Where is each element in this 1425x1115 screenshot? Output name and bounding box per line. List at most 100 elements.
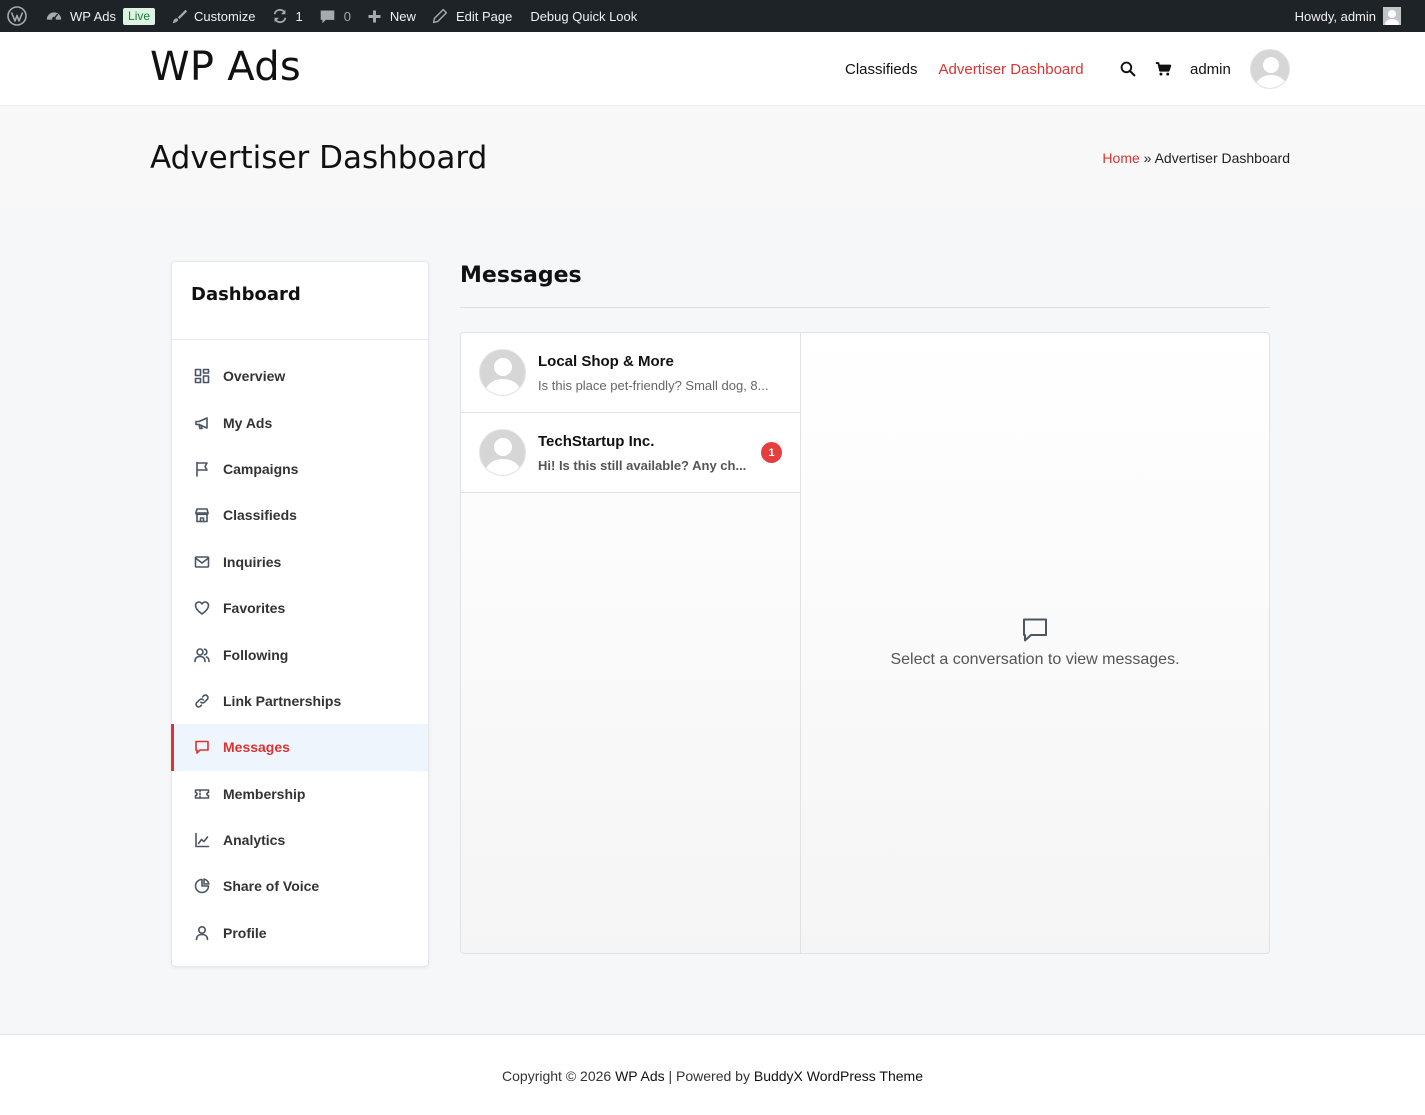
updates-count: 1	[295, 8, 303, 24]
new-label: New	[389, 8, 416, 24]
footer-site-link[interactable]: WP Ads	[615, 1068, 665, 1084]
link-icon	[195, 694, 209, 708]
header-username[interactable]: admin	[1190, 61, 1231, 78]
page-header: Advertiser Dashboard Home » Advertiser D…	[0, 107, 1425, 208]
debug-label: Debug Quick Look	[530, 8, 638, 24]
conversation-name: Local Shop & More	[538, 353, 674, 370]
sidebar-item-label: Campaigns	[223, 460, 299, 477]
breadcrumb-home[interactable]: Home	[1102, 150, 1139, 166]
sidebar-item-label: Messages	[223, 739, 290, 756]
sidebar-item-analytics[interactable]: Analytics	[172, 817, 428, 863]
my-account-menu[interactable]: Howdy, admin	[1295, 0, 1401, 32]
sidebar-item-label: Following	[223, 646, 289, 663]
main-navigation: Classifieds Advertiser Dashboard	[845, 32, 1105, 106]
sidebar-item-label: Overview	[223, 368, 286, 385]
conversation-snippet: Is this place pet-friendly? Small dog, 8…	[538, 378, 769, 393]
site-footer: Copyright © 2026 WP Ads | Powered by Bud…	[0, 1034, 1425, 1115]
debug-quick-look-link[interactable]: Debug Quick Look	[520, 0, 645, 32]
conversation-snippet: Hi! Is this still available? Any ch...	[538, 458, 747, 473]
conversation-item[interactable]: TechStartup Inc. Hi! Is this still avail…	[461, 413, 800, 493]
sidebar-item-profile[interactable]: Profile	[172, 910, 428, 956]
pie-icon	[194, 878, 210, 894]
sidebar-item-label: Classifieds	[223, 507, 297, 524]
edit-page-label: Edit Page	[455, 8, 513, 24]
dashboard-gauge-icon	[46, 12, 62, 21]
mail-icon	[194, 555, 210, 568]
sidebar-item-label: Membership	[223, 785, 306, 802]
nav-classifieds[interactable]: Classifieds	[845, 61, 918, 78]
sidebar-item-following[interactable]: Following	[172, 631, 428, 677]
edit-page-link[interactable]: Edit Page	[424, 0, 520, 32]
sidebar-title: Dashboard	[172, 262, 428, 340]
flag-icon	[196, 461, 208, 477]
cart-icon[interactable]	[1153, 59, 1173, 79]
sidebar-item-label: Analytics	[223, 832, 286, 849]
customize-label: Customize	[194, 8, 256, 24]
conversation-list[interactable]: Local Shop & More Is this place pet-frie…	[461, 333, 801, 953]
sidebar-item-messages[interactable]: Messages	[171, 724, 428, 771]
dashboard-sidebar: Dashboard Overview My Ads Campaigns Clas…	[171, 261, 429, 967]
site-header: WP Ads Classifieds Advertiser Dashboard …	[0, 32, 1425, 106]
wordpress-logo-menu[interactable]	[0, 0, 35, 32]
brush-icon	[172, 9, 188, 23]
ticket-icon	[194, 788, 210, 799]
sidebar-item-inquiries[interactable]: Inquiries	[172, 539, 428, 585]
site-logo[interactable]: WP Ads	[150, 44, 301, 90]
users-icon	[194, 647, 210, 662]
sidebar-item-label: Inquiries	[223, 553, 282, 570]
sidebar-item-campaigns[interactable]: Campaigns	[172, 446, 428, 492]
empty-state-text: Select a conversation to view messages.	[890, 651, 1180, 668]
messages-title: Messages	[460, 263, 582, 288]
grid-icon	[194, 368, 210, 384]
refresh-icon	[274, 8, 287, 24]
sidebar-item-label: Favorites	[223, 600, 286, 617]
plus-icon	[368, 10, 381, 22]
header-actions: admin	[1118, 32, 1231, 106]
message-icon	[195, 741, 209, 755]
updates-link[interactable]: 1	[263, 0, 310, 32]
comments-link[interactable]: 0	[311, 0, 359, 32]
sidebar-item-label: Share of Voice	[223, 878, 320, 895]
search-icon[interactable]	[1118, 59, 1138, 79]
megaphone-icon	[195, 416, 208, 429]
nav-advertiser-dashboard[interactable]: Advertiser Dashboard	[939, 61, 1084, 78]
comments-count: 0	[343, 8, 351, 24]
new-content-menu[interactable]: New	[359, 0, 424, 32]
sidebar-item-label: Link Partnerships	[223, 692, 342, 709]
sidebar-item-link-partnerships[interactable]: Link Partnerships	[172, 678, 428, 724]
sidebar-item-label: Profile	[223, 924, 267, 941]
sidebar-item-favorites[interactable]: Favorites	[172, 585, 428, 631]
unread-badge: 1	[761, 442, 782, 463]
admin-bar: WP Ads Live Customize 1 0 New Edit Page …	[0, 0, 1425, 32]
sidebar-item-share-of-voice[interactable]: Share of Voice	[172, 863, 428, 909]
conversation-item[interactable]: Local Shop & More Is this place pet-frie…	[461, 333, 800, 413]
avatar	[479, 429, 526, 476]
comment-icon	[320, 10, 334, 23]
footer-theme-link[interactable]: BuddyX WordPress Theme	[754, 1068, 923, 1084]
heart-icon	[194, 601, 210, 615]
breadcrumb-separator: »	[1143, 150, 1152, 166]
divider	[460, 307, 1270, 308]
sidebar-menu: Overview My Ads Campaigns Classifieds In…	[171, 340, 428, 956]
page-title: Advertiser Dashboard	[150, 140, 488, 176]
breadcrumb-current: Advertiser Dashboard	[1154, 150, 1290, 166]
header-avatar[interactable]	[1250, 49, 1290, 89]
howdy-text: Howdy, admin	[1294, 8, 1376, 24]
sidebar-item-membership[interactable]: Membership	[172, 771, 428, 817]
user-icon	[195, 925, 209, 941]
copyright-prefix: Copyright © 2026	[502, 1068, 616, 1084]
wordpress-icon	[7, 6, 27, 26]
site-name-menu[interactable]: WP Ads Live	[35, 0, 163, 32]
conversation-view: Select a conversation to view messages.	[801, 333, 1269, 953]
sidebar-item-classifieds[interactable]: Classifieds	[172, 492, 428, 538]
admin-bar-site-name: WP Ads	[70, 8, 117, 24]
pencil-icon	[432, 8, 448, 24]
live-badge: Live	[123, 7, 156, 25]
admin-bar-avatar	[1383, 7, 1401, 25]
copyright-text: Copyright © 2026 WP Ads | Powered by Bud…	[0, 1068, 1425, 1084]
sidebar-item-overview[interactable]: Overview	[172, 353, 428, 399]
store-icon	[195, 508, 209, 523]
sidebar-item-my-ads[interactable]: My Ads	[172, 399, 428, 445]
customize-link[interactable]: Customize	[163, 0, 263, 32]
breadcrumb: Home » Advertiser Dashboard	[1102, 150, 1290, 166]
